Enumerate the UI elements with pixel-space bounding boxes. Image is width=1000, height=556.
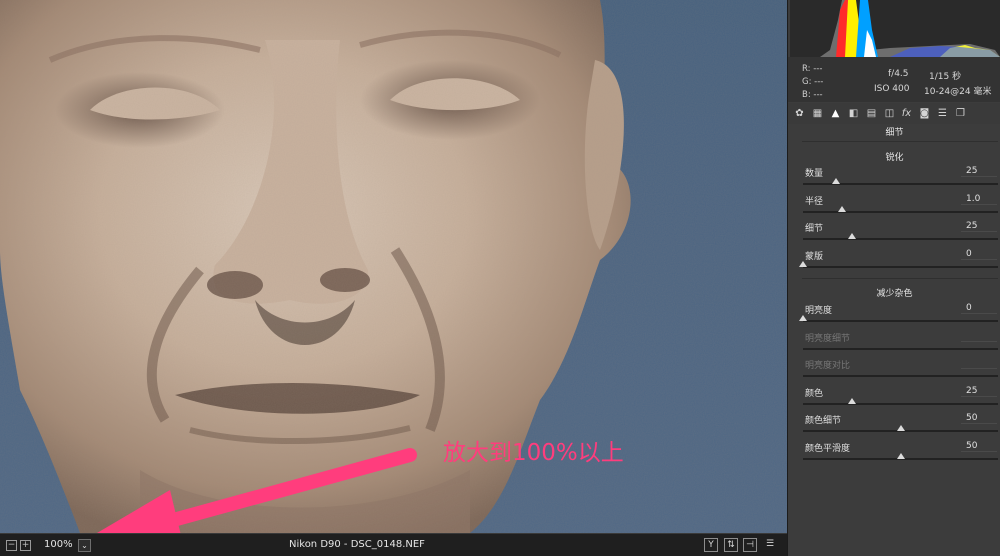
shutter-speed: 1/15 秒 xyxy=(929,72,962,82)
sharpen-row-value: 1.0 xyxy=(966,193,981,204)
panel-tabs: ✿ ▦ ▲ ◧ ▤ ◫ fx ◙ ☰ ❐ xyxy=(788,103,1000,124)
noise-row-label: 颜色细节 xyxy=(805,416,842,426)
noise-row-label: 颜色平滑度 xyxy=(805,443,851,454)
sharpen-row-label: 半径 xyxy=(805,196,824,207)
noise-row-slider-thumb[interactable] xyxy=(896,425,905,431)
noise-row-slider-track[interactable] xyxy=(803,402,998,405)
file-info: Nikon D90 - DSC_0148.NEF xyxy=(289,539,425,550)
camera-raw-window: 放大到100%以上 − + 100% ⌄ Nikon D90 - DSC_014… xyxy=(0,0,1000,556)
lens-icon[interactable]: ◫ xyxy=(883,106,896,121)
hsl-icon[interactable]: ▤ xyxy=(865,106,878,121)
copy-settings-icon[interactable]: ⊣ xyxy=(743,538,757,552)
zoom-dropdown-icon[interactable]: ⌄ xyxy=(78,539,91,552)
sharpen-row-slider-thumb[interactable] xyxy=(832,178,841,184)
aperture: f/4.5 xyxy=(888,69,909,79)
noise-row-slider-track xyxy=(803,347,998,350)
sharpen-row-slider-thumb[interactable] xyxy=(838,205,846,212)
sharpen-row-slider-track[interactable] xyxy=(803,210,998,213)
g-readout: G: --- xyxy=(802,77,824,87)
split-icon[interactable]: ◧ xyxy=(847,106,860,121)
sharpen-row-slider-thumb[interactable] xyxy=(847,233,856,239)
noise-row-label: 明亮度细节 xyxy=(805,333,851,344)
histogram xyxy=(790,0,1000,57)
grid-icon[interactable]: ▦ xyxy=(811,106,824,121)
noise-row-slider-track xyxy=(803,375,998,377)
preview-settings-icon[interactable]: ☰ xyxy=(763,538,777,552)
camera-icon[interactable]: ◙ xyxy=(918,106,931,121)
sharpen-row-slider-track[interactable] xyxy=(803,238,998,240)
sharpen-row-label: 蒙版 xyxy=(805,251,824,262)
sharpen-row-value: 25 xyxy=(966,166,978,176)
adjustment-panel: R: --- G: --- B: --- f/4.5 1/15 秒 ISO 40… xyxy=(787,0,1000,556)
noise-row-value: 50 xyxy=(966,440,978,451)
noise-row-value-field xyxy=(961,358,997,369)
zoom-in-icon[interactable]: + xyxy=(20,540,31,551)
annotation-text: 放大到100%以上 xyxy=(443,440,624,466)
noise-row-label: 明亮度对比 xyxy=(805,361,851,371)
sharpen-row-label: 细节 xyxy=(805,224,824,234)
sharpen-row-slider-thumb[interactable] xyxy=(799,260,807,267)
iso: ISO 400 xyxy=(874,84,910,94)
zoom-out-icon[interactable]: − xyxy=(6,540,17,551)
noise-row-value: 25 xyxy=(966,385,978,396)
fx-icon[interactable]: fx xyxy=(900,106,913,121)
panel-title: 细节 xyxy=(885,128,904,138)
r-readout: R: --- xyxy=(802,64,823,74)
sliders-icon[interactable]: ☰ xyxy=(936,106,949,121)
b-readout: B: --- xyxy=(802,90,823,100)
noise-row-value-field xyxy=(961,331,997,342)
compare-button[interactable]: Y xyxy=(704,538,718,552)
zoom-level: 100% xyxy=(44,539,73,550)
sharpen-row-value: 25 xyxy=(966,221,978,231)
noise-title: 减少杂色 xyxy=(876,289,913,299)
noise-row-slider-track[interactable] xyxy=(803,320,998,322)
lens-info: 10-24@24 毫米 xyxy=(924,87,992,97)
aperture-icon[interactable]: ✿ xyxy=(793,106,806,121)
sharpen-row-slider-track[interactable] xyxy=(803,265,998,268)
divider xyxy=(802,141,998,142)
noise-row-value: 0 xyxy=(966,303,972,313)
status-bar: − + 100% ⌄ Nikon D90 - DSC_0148.NEF Y ⇅ … xyxy=(0,533,787,556)
sharpen-row-label: 数量 xyxy=(805,169,824,179)
sharpen-title: 锐化 xyxy=(885,153,904,163)
image-canvas[interactable]: 放大到100%以上 xyxy=(0,0,787,533)
sharpen-row-value: 0 xyxy=(966,248,972,259)
noise-row-value: 50 xyxy=(966,413,978,423)
divider xyxy=(802,278,998,279)
annotation-arrow xyxy=(97,448,417,533)
info-readout: R: --- G: --- B: --- f/4.5 1/15 秒 ISO 40… xyxy=(788,57,1000,102)
noise-row-label: 颜色 xyxy=(805,388,824,399)
noise-row-slider-thumb[interactable] xyxy=(847,397,856,404)
presets-icon[interactable]: ❐ xyxy=(954,106,967,121)
noise-row-label: 明亮度 xyxy=(805,306,833,316)
swap-icon[interactable]: ⇅ xyxy=(724,538,738,552)
noise-row-slider-thumb[interactable] xyxy=(896,452,905,459)
mountain-icon[interactable]: ▲ xyxy=(829,106,842,121)
noise-row-slider-thumb[interactable] xyxy=(799,315,807,321)
